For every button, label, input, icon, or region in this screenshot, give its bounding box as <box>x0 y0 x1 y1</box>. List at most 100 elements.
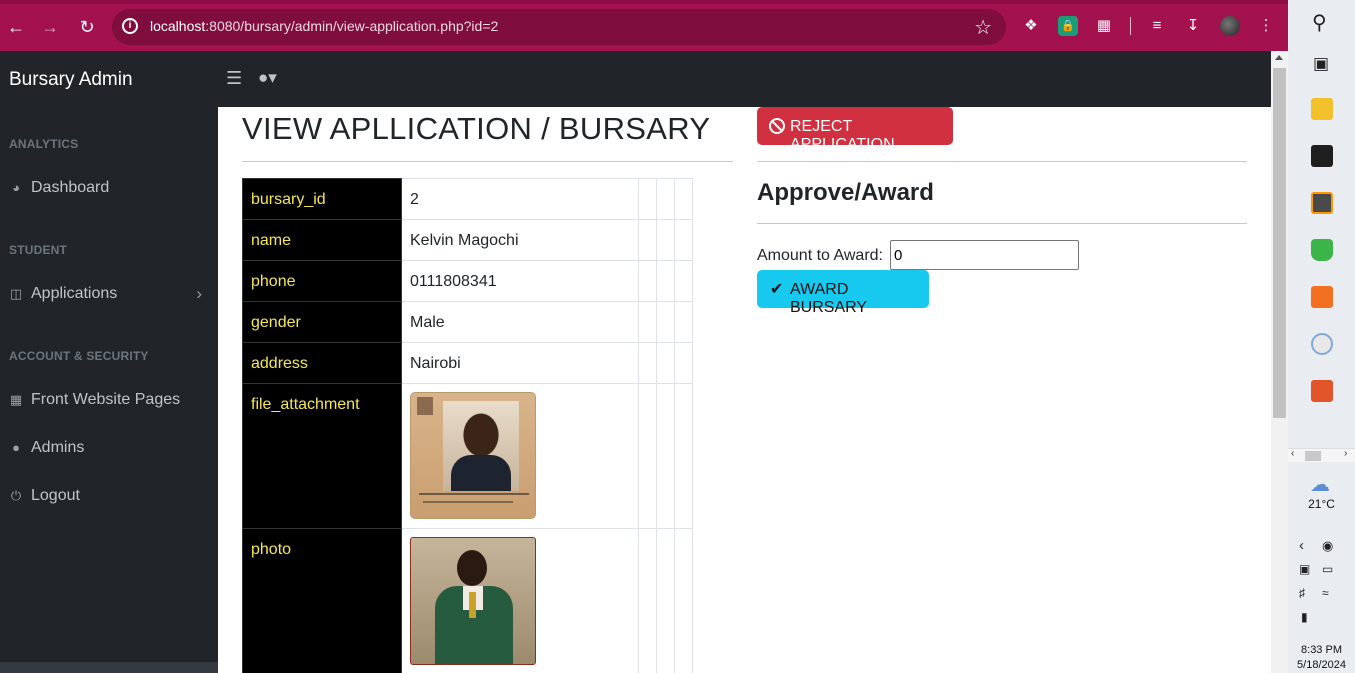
field-key: name <box>242 219 402 261</box>
extensions-puzzle-icon[interactable]: ▦ <box>1094 16 1114 36</box>
divider <box>757 161 1247 162</box>
power-icon: ⏻ <box>10 488 22 503</box>
sidebar-footer <box>0 662 218 673</box>
table-row: file_attachment <box>242 383 693 529</box>
field-key: file_attachment <box>242 383 402 529</box>
task-view-icon[interactable]: ▣ <box>1313 54 1329 74</box>
chevron-left-icon[interactable]: ‹ <box>1299 537 1304 554</box>
reading-list-icon[interactable]: ≡ <box>1147 16 1167 36</box>
browser-toolbar: ← → ↻ i localhost:8080/bursary/admin/vie… <box>0 0 1288 51</box>
wifi-icon[interactable]: ≈ <box>1322 586 1329 600</box>
chevron-right-icon: › <box>196 284 202 303</box>
extension-icon[interactable]: ❖ <box>1021 16 1041 36</box>
sublime-text-icon[interactable] <box>1311 192 1333 214</box>
sidebar-heading-analytics: ANALYTICS <box>9 137 79 151</box>
divider <box>757 223 1247 224</box>
os-taskbar: ⚲ ▣ ‹ › ☁ 21°C ‹ ◉ ▣ ▭ ♯ ≈ ▮ 8:33 PM 5/1… <box>1288 0 1355 673</box>
field-value: 0111808341 <box>401 260 639 302</box>
browser-menu-icon[interactable]: ⋮ <box>1256 16 1276 36</box>
approve-award-heading: Approve/Award <box>757 179 934 206</box>
scroll-right-icon[interactable]: › <box>1344 448 1347 459</box>
bookmark-star-icon[interactable]: ☆ <box>974 15 992 40</box>
sidebar-item-label: Logout <box>31 487 80 504</box>
check-icon: ✔ <box>770 281 784 298</box>
sidebar-item-dashboard[interactable]: ◕ Dashboard <box>0 172 218 206</box>
volume-icon[interactable]: ♯ <box>1299 586 1305 600</box>
taskbar-clock[interactable]: 8:33 PM 5/18/2024 <box>1288 643 1355 673</box>
chrome-app-icon[interactable] <box>1311 380 1333 402</box>
field-key: gender <box>242 301 402 343</box>
page-scrollbar[interactable] <box>1271 51 1288 673</box>
sidebar-item-label: Admins <box>31 439 85 456</box>
battery-icon[interactable]: ▭ <box>1322 562 1333 576</box>
reject-application-button[interactable]: REJECT APPLICATION <box>757 107 953 153</box>
download-icon[interactable]: ↧ <box>1183 16 1203 36</box>
table-row: name Kelvin Magochi <box>242 219 693 261</box>
terminal-icon[interactable] <box>1311 145 1333 167</box>
divider <box>242 161 733 162</box>
field-key: photo <box>242 528 402 673</box>
password-manager-icon[interactable]: 🔒 <box>1058 16 1078 36</box>
file-explorer-icon[interactable] <box>1311 98 1333 120</box>
mysql-workbench-icon[interactable] <box>1311 333 1333 355</box>
table-row: photo <box>242 528 693 673</box>
table-row: gender Male <box>242 301 693 343</box>
sidebar-item-logout[interactable]: ⏻ Logout <box>0 480 218 514</box>
ban-icon <box>769 118 785 134</box>
scroll-up-icon[interactable] <box>1275 55 1283 60</box>
clock-time: 8:33 PM <box>1301 644 1342 656</box>
sidebar-toggle-icon[interactable]: ☰ <box>226 68 242 89</box>
file-attachment-image[interactable] <box>410 392 536 519</box>
page-title: VIEW APLLICATION / BURSARY <box>242 111 711 146</box>
award-bursary-button[interactable]: ✔ AWARD BURSARY <box>757 270 929 316</box>
weather-icon[interactable]: ☁ <box>1310 472 1330 497</box>
table-icon: ▦ <box>9 392 23 407</box>
sidebar-item-admins[interactable]: ● Admins <box>0 432 218 466</box>
amount-to-award-input[interactable] <box>890 240 1079 270</box>
field-key: bursary_id <box>242 178 402 220</box>
field-key: phone <box>242 260 402 302</box>
application-details-table: bursary_id 2 name Kelvin Magochi phone 0… <box>242 178 693 673</box>
microphone-icon[interactable]: ▮ <box>1301 610 1308 624</box>
brand-title[interactable]: Bursary Admin <box>9 69 133 91</box>
toolbar-divider <box>1130 17 1131 35</box>
sidebar-heading-account-security: ACCOUNT & SECURITY <box>9 349 149 363</box>
field-value: Male <box>401 301 639 343</box>
sidebar-item-label: Front Website Pages <box>31 391 181 408</box>
columns-icon: ◫ <box>9 286 23 301</box>
sidebar: Bursary Admin ANALYTICS ◕ Dashboard STUD… <box>0 51 218 673</box>
temperature-text[interactable]: 21°C <box>1288 497 1355 511</box>
table-row: phone 0111808341 <box>242 260 693 302</box>
search-icon[interactable]: ⚲ <box>1312 10 1327 35</box>
sidebar-item-front-website-pages[interactable]: ▦ Front Website Pages <box>0 384 218 418</box>
field-value: Nairobi <box>401 342 639 384</box>
table-row: address Nairobi <box>242 342 693 384</box>
scrollbar-thumb[interactable] <box>1273 68 1286 418</box>
field-key: address <box>242 342 402 384</box>
taskbar-scrollbar[interactable]: ‹ › <box>1288 448 1355 462</box>
forward-icon[interactable]: → <box>39 16 61 38</box>
site-info-icon[interactable]: i <box>122 18 138 34</box>
sidebar-item-label: Applications <box>31 285 118 302</box>
back-icon[interactable]: ← <box>5 16 27 38</box>
sidebar-heading-student: STUDENT <box>9 243 68 257</box>
sidebar-item-applications[interactable]: ◫ Applications › <box>0 278 218 312</box>
xampp-icon[interactable] <box>1311 286 1333 308</box>
app-icon[interactable] <box>1311 239 1333 261</box>
tab-strip <box>0 0 1288 4</box>
clock-date: 5/18/2024 <box>1297 659 1346 671</box>
camera-icon[interactable]: ▣ <box>1299 562 1310 576</box>
sidebar-item-label: Dashboard <box>31 179 110 196</box>
scroll-left-icon[interactable]: ‹ <box>1291 448 1294 459</box>
address-bar[interactable]: i localhost:8080/bursary/admin/view-appl… <box>112 9 1006 45</box>
profile-avatar[interactable] <box>1220 16 1240 36</box>
url-text[interactable]: localhost:8080/bursary/admin/view-applic… <box>150 18 498 34</box>
user-dropdown-icon[interactable]: ●▾ <box>258 68 277 88</box>
student-photo[interactable] <box>410 537 536 665</box>
amount-label: Amount to Award: <box>757 247 883 264</box>
main-content: VIEW APLLICATION / BURSARY bursary_id 2 … <box>218 107 1271 673</box>
record-icon[interactable]: ◉ <box>1322 538 1333 554</box>
user-icon: ● <box>12 440 20 455</box>
field-value: Kelvin Magochi <box>401 219 639 261</box>
reload-icon[interactable]: ↻ <box>76 16 98 38</box>
